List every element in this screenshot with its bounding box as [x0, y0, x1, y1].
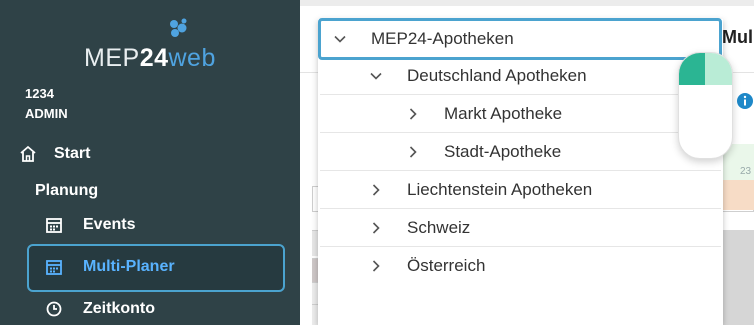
select-value: MEP24-Apotheken	[371, 29, 514, 48]
sidebar-item-start[interactable]: Start	[18, 142, 90, 166]
chevron-down-icon	[334, 35, 346, 43]
calendar-icon	[46, 218, 62, 233]
sidebar-item-zeitkonto[interactable]: Zeitkonto	[45, 297, 155, 321]
tree-item-deutschland[interactable]: Deutschland Apotheken	[320, 57, 721, 95]
logo-text: MEP24web	[84, 44, 216, 72]
organization-select[interactable]: MEP24-Apotheken	[318, 18, 722, 60]
top-strip	[300, 0, 754, 6]
tree-item-label: Schweiz	[407, 217, 471, 237]
tree-item-label: Stadt-Apotheke	[444, 141, 562, 161]
tree-item-stadt-apotheke[interactable]: Stadt-Apotheke	[320, 133, 721, 171]
indicator-accent-light	[705, 53, 732, 85]
page-title: Mul	[722, 27, 753, 47]
chevron-right-icon[interactable]	[406, 107, 420, 121]
tree-item-oesterreich[interactable]: Österreich	[320, 247, 721, 285]
app-logo[interactable]: MEP24web	[84, 18, 234, 74]
info-icon[interactable]	[736, 92, 754, 110]
highlight-cell	[720, 180, 754, 210]
tree-item-label: Markt Apotheke	[444, 103, 563, 123]
sidebar-item-multi-planer[interactable]: Multi-Planer	[45, 255, 175, 279]
indicator-accent	[679, 53, 705, 85]
sidebar-item-label: Multi-Planer	[83, 258, 175, 275]
day-cell-number: 23	[740, 166, 752, 177]
chevron-down-icon[interactable]	[369, 69, 383, 83]
user-id: 1234	[25, 86, 54, 101]
sidebar-item-events[interactable]: Events	[45, 213, 135, 237]
tree-item-liechtenstein[interactable]: Liechtenstein Apotheken	[320, 171, 721, 209]
chevron-right-icon[interactable]	[369, 183, 383, 197]
chevron-right-icon[interactable]	[406, 145, 420, 159]
tree-item-label: Liechtenstein Apotheken	[407, 179, 593, 199]
sidebar-item-label: Events	[83, 216, 136, 233]
tree-item-markt-apotheke[interactable]: Markt Apotheke	[320, 95, 721, 133]
sidebar-item-label: Zeitkonto	[83, 300, 155, 317]
sidebar-item-label: Start	[54, 145, 91, 162]
chevron-right-icon[interactable]	[369, 221, 383, 235]
scroll-indicator[interactable]	[678, 52, 733, 159]
table-column	[720, 230, 754, 325]
calendar-icon	[46, 260, 62, 275]
clock-icon	[46, 301, 62, 317]
app-window: MEP24web 1234 ADMIN Start Planung Events…	[0, 0, 754, 325]
user-role: ADMIN	[25, 106, 68, 121]
tree-item-label: Österreich	[407, 256, 486, 275]
chevron-right-icon[interactable]	[369, 259, 383, 273]
tree-item-schweiz[interactable]: Schweiz	[320, 209, 721, 247]
home-icon	[20, 145, 36, 162]
sidebar-section-planung: Planung	[35, 182, 99, 199]
tree-item-label: Deutschland Apotheken	[407, 65, 587, 85]
sidebar: MEP24web 1234 ADMIN Start Planung Events…	[0, 0, 300, 325]
logo-dots-icon	[170, 18, 187, 37]
